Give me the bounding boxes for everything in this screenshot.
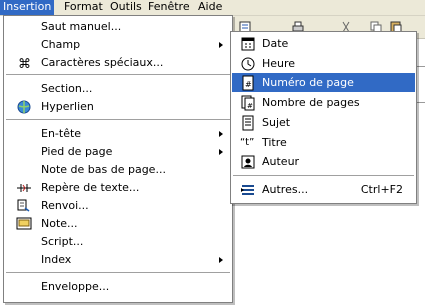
clock-icon (241, 57, 255, 71)
menu-item-label: Champ (41, 38, 81, 51)
menu-item-label: En-tête (41, 127, 82, 140)
submenu-item-heure[interactable]: Heure (232, 54, 415, 73)
menu-item-repere-de-texte[interactable]: Repère de texte... (5, 178, 231, 197)
menu-item-champ[interactable]: Champ (5, 35, 231, 54)
menu-separator (6, 119, 230, 120)
menu-item-pied-de-page[interactable]: Pied de page (5, 142, 231, 161)
menu-outils-label: Outils (110, 0, 142, 13)
menu-item-label: Caractères spéciaux... (41, 56, 164, 69)
submenu-item-label: Sujet (262, 116, 291, 129)
menu-item-label: Renvoi... (41, 199, 89, 212)
svg-text:⌘: ⌘ (18, 57, 31, 71)
menu-format-label: Format (64, 0, 103, 13)
submenu-arrow-icon (219, 257, 223, 263)
menu-item-label: Enveloppe... (41, 280, 110, 293)
menu-format[interactable]: Format (61, 0, 106, 15)
svg-text:#: # (247, 102, 253, 110)
submenu-item-numero-de-page[interactable]: # Numéro de page (232, 73, 415, 92)
menu-fenetre[interactable]: Fenêtre (145, 0, 193, 15)
menu-aide-label: Aide (198, 0, 223, 13)
menu-item-en-tete[interactable]: En-tête (5, 124, 231, 143)
menu-item-note-bas-de-page[interactable]: Note de bas de page... (5, 160, 231, 179)
calendar-icon (241, 37, 255, 51)
submenu-item-autres[interactable]: Autres... Ctrl+F2 (232, 180, 415, 199)
author-icon (241, 155, 255, 169)
submenu-arrow-icon (219, 42, 223, 48)
menu-item-caracteres-speciaux[interactable]: ⌘ Caractères spéciaux... (5, 53, 231, 72)
submenu-item-label: Date (262, 37, 289, 50)
page-count-icon: # (241, 95, 255, 111)
menu-aide[interactable]: Aide (195, 0, 225, 15)
submenu-arrow-icon (219, 149, 223, 155)
submenu-item-sujet[interactable]: Sujet (232, 113, 415, 132)
field-submenu: Date Heure # Numéro de page # Nombre de … (230, 31, 417, 204)
menu-item-note[interactable]: Note... (5, 214, 231, 233)
menu-insertion-label: Insertion (3, 0, 52, 13)
menu-item-section[interactable]: Section... (5, 79, 231, 98)
menu-item-label: Hyperlien (41, 100, 94, 113)
submenu-separator (233, 175, 414, 176)
menu-item-label: Pied de page (41, 145, 113, 158)
menu-item-saut-manuel[interactable]: Saut manuel... (5, 17, 231, 36)
menu-fenetre-label: Fenêtre (148, 0, 190, 13)
submenu-item-label: Numéro de page (262, 76, 354, 89)
menu-item-label: Saut manuel... (41, 20, 122, 33)
hyperlink-globe-icon (17, 100, 31, 114)
submenu-item-label: Nombre de pages (262, 96, 360, 109)
menu-item-label: Note... (41, 217, 78, 230)
menu-item-label: Note de bas de page... (41, 163, 166, 176)
menu-separator (6, 272, 230, 273)
shortcut-text: Ctrl+F2 (360, 183, 403, 196)
menu-insertion[interactable]: Insertion (0, 0, 55, 15)
menu-item-script[interactable]: Script... (5, 232, 231, 251)
menu-bar: Insertion Format Outils Fenêtre Aide (0, 0, 425, 16)
menu-item-hyperlien[interactable]: Hyperlien (5, 97, 231, 116)
insertion-menu: Saut manuel... Champ ⌘ Caractères spécia… (3, 15, 233, 303)
submenu-item-titre[interactable]: “t” Titre (232, 133, 415, 152)
other-fields-icon (241, 185, 254, 195)
submenu-item-label: Heure (262, 57, 296, 70)
menu-outils[interactable]: Outils (107, 0, 145, 15)
menu-item-label: Section... (41, 82, 93, 95)
menu-item-label: Repère de texte... (41, 181, 140, 194)
svg-text:#: # (245, 80, 252, 89)
page-number-icon: # (242, 75, 254, 91)
note-icon (16, 217, 32, 230)
menu-item-renvoi[interactable]: Renvoi... (5, 196, 231, 215)
submenu-item-label: Auteur (262, 155, 300, 168)
menu-item-enveloppe[interactable]: Enveloppe... (5, 277, 231, 296)
submenu-item-nombre-de-pages[interactable]: # Nombre de pages (232, 93, 415, 112)
menu-item-label: Script... (41, 235, 84, 248)
menu-item-index[interactable]: Index (5, 250, 231, 269)
menu-item-label: Index (41, 253, 72, 266)
submenu-item-date[interactable]: Date (232, 34, 415, 53)
subject-icon (242, 115, 254, 131)
submenu-item-label: Autres... (262, 183, 309, 196)
title-quote-icon: “t” (240, 137, 255, 148)
bookmark-icon (17, 184, 31, 192)
submenu-arrow-icon (219, 131, 223, 137)
menu-separator (6, 74, 230, 75)
omega-symbol-icon: ⌘ (18, 57, 31, 71)
cross-reference-icon (17, 199, 30, 212)
submenu-item-auteur[interactable]: Auteur (232, 152, 415, 171)
submenu-item-label: Titre (262, 136, 287, 149)
